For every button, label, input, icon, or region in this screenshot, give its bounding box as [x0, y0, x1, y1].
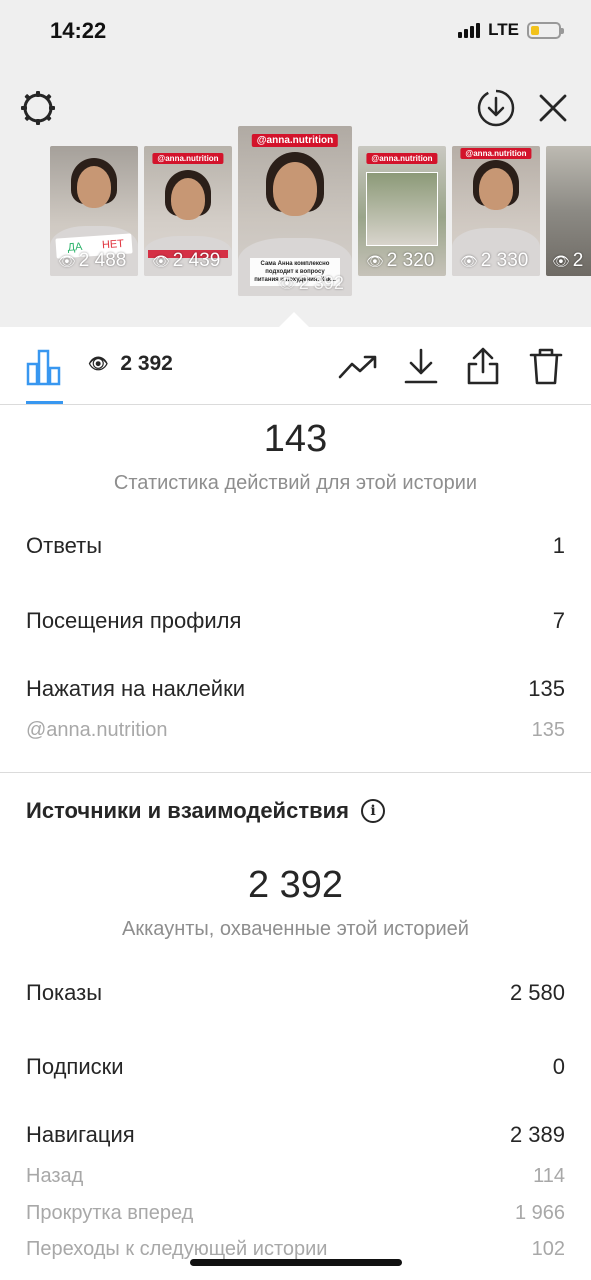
story-views: 👁 2 — [552, 250, 584, 271]
impressions-row: Показы 2 580 — [26, 980, 565, 1006]
bar-chart-icon[interactable] — [24, 347, 64, 387]
navigation-value: 2 389 — [509, 1122, 565, 1147]
share-icon[interactable] — [463, 344, 503, 388]
navigation-row: Навигация 2 389 — [26, 1122, 565, 1148]
story-strip-area: 14:22 LTE ДА НЕТ 👁 2 488 @anna.nutrition… — [0, 0, 591, 327]
replies-label: Ответы — [26, 533, 103, 558]
replies-row: Ответы 1 — [26, 533, 565, 559]
sticker-taps-value: 135 — [528, 676, 565, 701]
download-icon[interactable] — [401, 345, 441, 387]
forward-label: Прокрутка вперед — [26, 1202, 194, 1224]
story-views: 👁 2 488 — [58, 250, 127, 271]
story-views: 👁 2 439 — [152, 250, 221, 271]
story-views: 👁 2 330 — [460, 250, 529, 271]
profile-visits-value: 7 — [552, 608, 565, 633]
story-thumbnail[interactable]: 👁 2 — [546, 146, 591, 276]
mention-tag: @anna.nutrition — [366, 153, 438, 164]
story-thumbnail[interactable]: @anna.nutrition 👁 2 439 — [144, 146, 232, 276]
mention-tag: @anna.nutrition — [460, 148, 532, 159]
views-value: 2 392 — [120, 352, 173, 375]
selected-story-pointer — [279, 312, 309, 327]
sticker-handle-value: 135 — [531, 719, 565, 741]
sticker-taps-row: Нажатия на наклейки 135 — [26, 676, 565, 702]
mention-tag: @anna.nutrition — [251, 134, 339, 147]
story-thumbnail[interactable]: @anna.nutrition 👁 2 320 — [358, 146, 446, 276]
forward-value: 1 966 — [514, 1202, 565, 1224]
interactions-subtitle: Статистика действий для этой истории — [113, 472, 478, 494]
status-time: 14:22 — [50, 18, 107, 43]
discovery-title-text: Источники и взаимодействия — [26, 798, 349, 823]
eye-icon: 👁 — [278, 275, 296, 291]
discovery-title: Источники и взаимодействия i — [26, 798, 385, 824]
navigation-label: Навигация — [26, 1122, 135, 1147]
profile-visits-row: Посещения профиля 7 — [26, 608, 565, 634]
follows-row: Подписки 0 — [26, 1054, 565, 1080]
profile-visits-label: Посещения профиля — [26, 608, 242, 633]
next-story-label: Переходы к следующей истории — [26, 1238, 328, 1260]
back-label: Назад — [26, 1165, 84, 1187]
follows-value: 0 — [552, 1054, 565, 1079]
status-indicators: LTE — [458, 20, 564, 40]
sticker-handle-label: @anna.nutrition — [26, 719, 168, 741]
signal-icon — [458, 22, 481, 38]
back-value: 114 — [533, 1165, 565, 1187]
eye-icon: 👁 — [88, 356, 109, 373]
eye-icon: 👁 — [552, 252, 570, 269]
download-circle-icon[interactable] — [475, 87, 517, 129]
replies-value: 1 — [552, 533, 565, 558]
story-views: 👁 2 320 — [366, 250, 435, 271]
active-tab-indicator — [26, 401, 63, 404]
eye-icon: 👁 — [58, 252, 76, 269]
home-indicator[interactable] — [190, 1259, 402, 1266]
mention-tag: @anna.nutrition — [152, 153, 224, 164]
forward-row: Прокрутка вперед 1 966 — [26, 1202, 565, 1225]
story-views: 👁 2 392 — [278, 273, 344, 293]
interactions-total: 143 — [263, 418, 328, 460]
eye-icon: 👁 — [152, 252, 170, 269]
story-thumbnail[interactable]: @anna.nutrition 👁 2 330 — [452, 146, 540, 276]
story-thumbnail[interactable]: ДА НЕТ 👁 2 488 — [50, 146, 138, 276]
section-divider — [0, 772, 591, 773]
reach-subtitle: Аккаунты, охваченные этой историей — [122, 918, 469, 940]
close-icon[interactable] — [534, 89, 572, 127]
story-photo — [366, 172, 438, 246]
impressions-label: Показы — [26, 980, 103, 1005]
network-label: LTE — [488, 20, 519, 39]
impressions-value: 2 580 — [509, 980, 565, 1005]
next-story-row: Переходы к следующей истории 102 — [26, 1238, 565, 1261]
eye-icon: 👁 — [366, 252, 384, 269]
settings-icon[interactable] — [18, 88, 58, 128]
info-icon[interactable]: i — [360, 799, 385, 823]
sticker-handle-row[interactable]: @anna.nutrition 135 — [26, 719, 565, 742]
eye-icon: 👁 — [460, 252, 478, 269]
reach-total: 2 392 — [247, 864, 344, 906]
trending-icon[interactable] — [336, 347, 380, 387]
sticker-taps-label: Нажатия на наклейки — [26, 676, 246, 701]
next-story-value: 102 — [531, 1238, 565, 1260]
back-row: Назад 114 — [26, 1165, 565, 1188]
story-thumbnail-selected[interactable]: @anna.nutrition Сама Анна комплексно под… — [238, 126, 352, 296]
follows-label: Подписки — [26, 1054, 124, 1079]
trash-icon[interactable] — [526, 344, 566, 388]
insights-toolbar: 👁 2 392 — [0, 327, 591, 405]
battery-icon — [527, 21, 564, 39]
views-count: 👁 2 392 — [88, 352, 173, 376]
